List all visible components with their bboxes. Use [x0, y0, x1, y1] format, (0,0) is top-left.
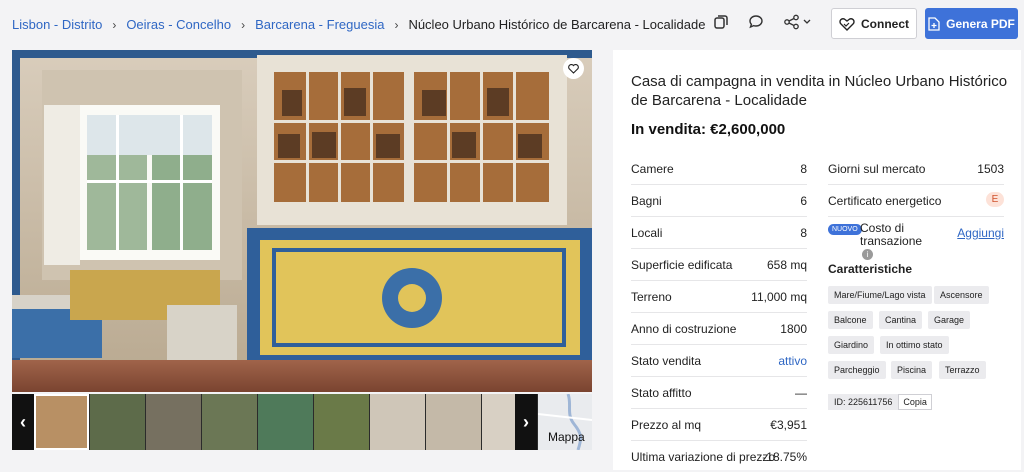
detail-value: 6	[800, 194, 807, 208]
generate-pdf-label: Genera PDF	[946, 16, 1015, 31]
chevron-right-icon: ›	[523, 411, 529, 432]
detail-value: 1800	[780, 322, 807, 336]
detail-row: Locali 8	[631, 216, 807, 249]
detail-key: Anno di costruzione	[631, 322, 737, 336]
detail-value: 11,000 mq	[751, 290, 807, 304]
thumbnail[interactable]	[146, 394, 201, 450]
listing-title: Casa di campagna in vendita in Núcleo Ur…	[631, 73, 1008, 109]
energy-row: Certificato energetico E	[828, 184, 1004, 217]
heart-icon	[568, 63, 579, 74]
thumbnail-strip	[12, 394, 592, 450]
detail-value: —	[795, 386, 807, 400]
detail-key: Bagni	[631, 194, 662, 208]
detail-key: Terreno	[631, 290, 672, 304]
listing-id: ID: 225611756 Copia	[828, 394, 932, 410]
detail-key: Giorni sul mercato	[828, 162, 926, 176]
connect-label: Connect	[861, 16, 909, 31]
detail-row: Terreno 11,000 mq	[631, 280, 807, 313]
breadcrumb-link-municipality[interactable]: Oeiras - Concelho	[126, 17, 231, 32]
add-transaction-cost-link[interactable]: Aggiungi	[957, 226, 1004, 240]
detail-key: Certificato energetico	[828, 194, 942, 208]
new-badge: NUOVO	[828, 224, 862, 235]
chevron-right-icon: ›	[241, 17, 246, 32]
detail-key: Camere	[631, 162, 674, 176]
breadcrumb: Lisbon - Distrito › Oeiras - Concelho › …	[12, 17, 705, 32]
feature-chip: Mare/Fiume/Lago vista	[828, 286, 932, 304]
transaction-cost-label: Costo di transazione	[860, 221, 923, 248]
thumbnail[interactable]	[90, 394, 145, 450]
favorite-heart-button[interactable]	[563, 58, 584, 79]
breadcrumb-current: Núcleo Urbano Histórico de Barcarena - L…	[408, 17, 706, 32]
detail-key: Stato affitto	[631, 386, 692, 400]
transaction-cost-row: NUOVO Costo di transazione i Aggiungi	[828, 216, 1004, 261]
feature-chip: Ascensore	[934, 286, 989, 304]
feature-chip: Giardino	[828, 336, 875, 354]
detail-value: 8	[800, 162, 807, 176]
share-icon[interactable]	[781, 11, 815, 33]
detail-value: -18.75%	[762, 450, 807, 464]
listing-panel: Casa di campagna in vendita in Núcleo Ur…	[613, 50, 1021, 470]
energy-badge: E	[986, 192, 1004, 207]
detail-row: Superficie edificata 658 mq	[631, 248, 807, 281]
connect-button[interactable]: Connect	[831, 8, 917, 39]
detail-row: Stato vendita attivo	[631, 344, 807, 377]
detail-value: 658 mq	[766, 258, 807, 272]
chat-icon[interactable]	[745, 11, 767, 33]
detail-value: 1503	[977, 162, 1004, 176]
thumbnail-active[interactable]	[34, 394, 89, 450]
feature-chip: Parcheggio	[828, 361, 886, 379]
map-label[interactable]: Mappa	[548, 430, 585, 444]
listing-id-value: ID: 225611756	[828, 394, 899, 410]
days-on-market-row: Giorni sul mercato 1503	[828, 152, 1004, 185]
detail-key: Locali	[631, 226, 663, 240]
thumbnail[interactable]	[258, 394, 313, 450]
feature-chip: Garage	[928, 311, 971, 329]
detail-key: Costo di transazione i	[860, 222, 930, 261]
thumbnail[interactable]	[314, 394, 369, 450]
generate-pdf-button[interactable]: Genera PDF	[925, 8, 1018, 39]
previous-photo-button[interactable]: ‹	[12, 394, 34, 450]
chevron-right-icon: ›	[394, 17, 399, 32]
next-photo-button[interactable]: ›	[515, 394, 537, 450]
detail-row: Stato affitto —	[631, 376, 807, 409]
detail-row: Ultima variazione di prezzo -18.75%	[631, 440, 807, 472]
feature-chip: Cantina	[879, 311, 923, 329]
sale-status-link[interactable]: attivo	[778, 354, 807, 368]
detail-key: Stato vendita	[631, 354, 702, 368]
listing-price: In vendita: €2,600,000	[631, 121, 786, 138]
breadcrumb-link-district[interactable]: Lisbon - Distrito	[12, 17, 102, 32]
thumbnail[interactable]	[202, 394, 257, 450]
feature-chip: Balcone	[828, 311, 873, 329]
feature-chip: Piscina	[891, 361, 933, 379]
chevron-left-icon: ‹	[20, 411, 26, 432]
detail-key: Superficie edificata	[631, 258, 733, 272]
thumbnail[interactable]	[370, 394, 425, 450]
chevron-right-icon: ›	[112, 17, 117, 32]
compare-icon[interactable]	[710, 11, 732, 33]
handshake-icon	[839, 17, 855, 31]
feature-chip: In ottimo stato	[880, 336, 949, 354]
feature-chip: Terrazzo	[939, 361, 986, 379]
breadcrumb-link-parish[interactable]: Barcarena - Freguesia	[255, 17, 384, 32]
file-plus-icon	[928, 16, 940, 31]
detail-value: 8	[800, 226, 807, 240]
thumbnail[interactable]	[426, 394, 481, 450]
room-photo-illustration	[12, 50, 592, 392]
copy-id-button[interactable]: Copia	[898, 394, 932, 410]
detail-row: Anno di costruzione 1800	[631, 312, 807, 345]
features-title: Caratteristiche	[828, 262, 913, 276]
detail-key: Prezzo al mq	[631, 418, 702, 432]
detail-row: Bagni 6	[631, 184, 807, 217]
detail-value: €3,951	[770, 418, 807, 432]
detail-row: Prezzo al mq €3,951	[631, 408, 807, 441]
info-icon[interactable]: i	[862, 249, 873, 261]
detail-key: Ultima variazione di prezzo	[631, 450, 776, 464]
main-photo[interactable]	[12, 50, 592, 392]
detail-row: Camere 8	[631, 152, 807, 185]
top-bar: Lisbon - Distrito › Oeiras - Concelho › …	[0, 0, 1024, 48]
